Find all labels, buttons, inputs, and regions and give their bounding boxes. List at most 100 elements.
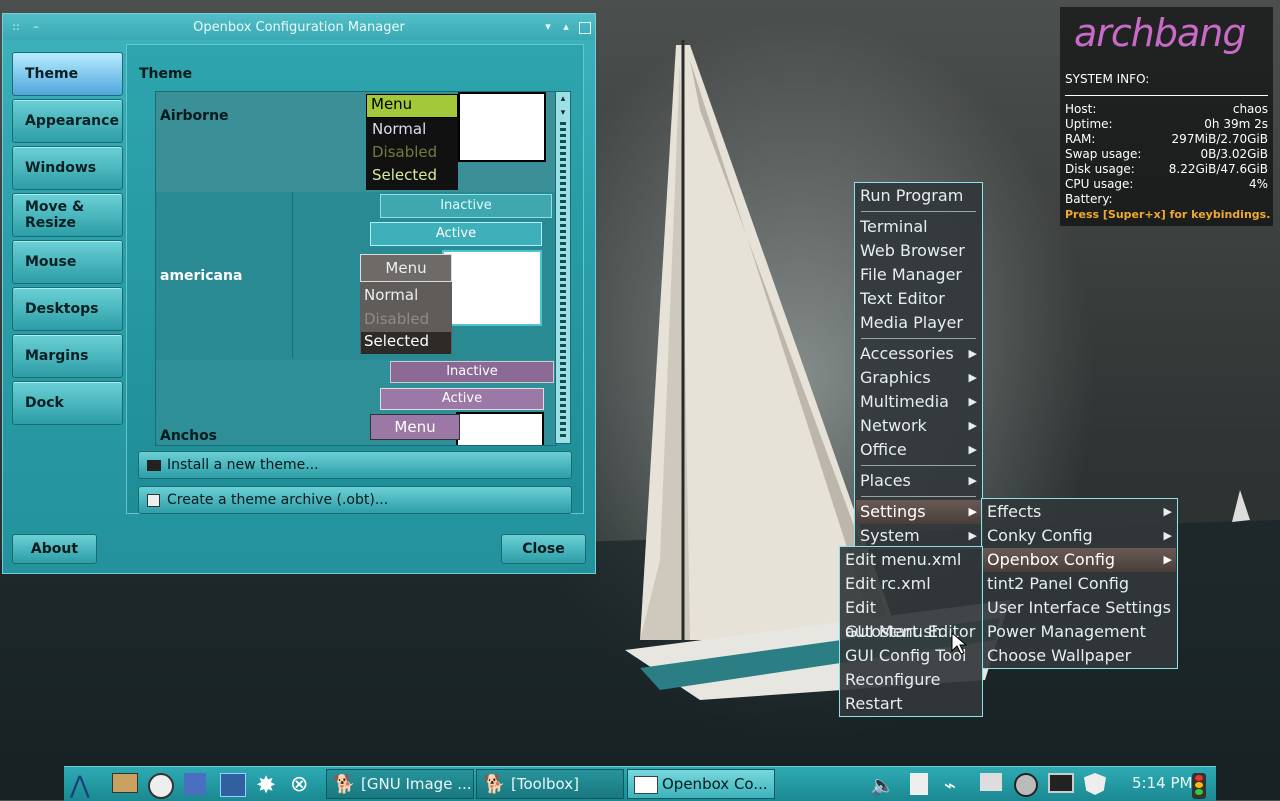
install-theme-label: Install a new theme... (167, 457, 319, 473)
volume-icon[interactable]: 🔈 (870, 773, 896, 797)
menu-item-effects[interactable]: Effects ▶ (987, 500, 1172, 524)
sidebar-item-label: Move & Resize (25, 199, 85, 231)
sidebar-item-dock[interactable]: Dock (12, 381, 123, 425)
menu-item-multimedia[interactable]: Multimedia ▶ (860, 390, 977, 414)
menu-item-media-player[interactable]: Media Player (860, 311, 977, 335)
sidebar-item-margins[interactable]: Margins (12, 334, 123, 378)
menu-item-run-program[interactable]: Run Program (860, 184, 977, 208)
preview-window (458, 92, 546, 162)
create-archive-button[interactable]: Create a theme archive (.obt)... (138, 486, 572, 514)
shield-icon[interactable] (1084, 773, 1106, 795)
traffic-light-icon[interactable] (1192, 773, 1206, 799)
save-icon (147, 493, 160, 507)
task-gimp[interactable]: 🐕 [GNU Image ... (326, 769, 474, 799)
preview-active: Active (380, 388, 544, 410)
network-icon[interactable] (1048, 773, 1074, 793)
menu-item-power-management[interactable]: Power Management (987, 620, 1172, 644)
conky-keybinding-hint: Press [Super+x] for keybindings. (1065, 208, 1271, 221)
menu-item-restart[interactable]: Restart (845, 692, 977, 716)
sidebar-item-windows[interactable]: Windows (12, 146, 123, 190)
sidebar-item-desktops[interactable]: Desktops (12, 287, 123, 331)
gimp-icon: 🐕 (333, 774, 356, 795)
theme-name: Airborne (160, 108, 229, 124)
preview-disabled: Disabled (372, 143, 438, 161)
window-icon (634, 776, 658, 794)
menu-item-web-browser[interactable]: Web Browser (860, 239, 977, 263)
menu-item-places[interactable]: Places ▶ (860, 469, 977, 493)
panel-title: Theme (139, 66, 193, 82)
folder-icon (147, 459, 161, 471)
minimize-icon[interactable]: ▾ (541, 20, 555, 34)
printer-icon[interactable] (980, 773, 1002, 791)
sidebar-item-label: Desktops (25, 301, 99, 317)
about-label: About (30, 541, 79, 557)
menu-item-office[interactable]: Office ▶ (860, 438, 977, 462)
preview-selected: Selected (372, 166, 438, 184)
install-theme-button[interactable]: Install a new theme... (138, 451, 572, 479)
menu-item-settings[interactable]: Settings ▶ (856, 500, 981, 524)
scroll-thumb[interactable] (560, 122, 566, 440)
theme-list[interactable]: Airborne americana Anchos Menu Normal Di… (155, 91, 557, 446)
menu-item-graphics[interactable]: Graphics ▶ (860, 366, 977, 390)
preview-active: Active (370, 222, 542, 246)
menu-item-edit-autostart[interactable]: Edit autostart.sh (845, 596, 977, 641)
task-label: [GNU Image ... (361, 775, 472, 793)
menu-item-ui-settings[interactable]: User Interface Settings (987, 596, 1172, 620)
conky-row: Uptime: 0h 39m 2s (1065, 117, 1268, 131)
menu-item-edit-menu-xml[interactable]: Edit menu.xml (845, 548, 977, 572)
mouse-cursor-icon (951, 632, 967, 655)
preview-selected: Selected (361, 332, 451, 354)
sidebar-item-move-resize[interactable]: Move & Resize (12, 193, 123, 237)
power-plug-icon[interactable]: ⌁ (944, 773, 970, 797)
preview-menu-title: Menu (370, 414, 460, 440)
menu-item-accessories[interactable]: Accessories ▶ (860, 342, 977, 366)
menu-item-choose-wallpaper[interactable]: Choose Wallpaper (987, 644, 1172, 668)
theme-list-scrollbar[interactable]: ▴ ▾ (555, 91, 571, 444)
settings-icon[interactable]: ✸ (256, 773, 282, 797)
conky-row: CPU usage: 4% (1065, 177, 1268, 191)
menu-item-terminal[interactable]: Terminal (860, 215, 977, 239)
exit-icon[interactable]: ⊗ (290, 773, 316, 797)
menu-item-conky-config[interactable]: Conky Config ▶ (987, 524, 1172, 548)
menu-item-openbox-config[interactable]: Openbox Config ▶ (983, 548, 1176, 572)
archbang-launcher-icon[interactable]: ⋀ (70, 773, 96, 797)
submenu-arrow-icon: ▶ (968, 371, 977, 384)
menu-item-network[interactable]: Network ▶ (860, 414, 977, 438)
scroll-up-icon[interactable]: ▴ (558, 94, 568, 104)
editor-icon[interactable] (184, 773, 206, 795)
conky-system-info: archbang SYSTEM INFO: Host: chaos Uptime:… (1060, 7, 1273, 226)
menu-item-text-editor[interactable]: Text Editor (860, 287, 977, 311)
menu-item-edit-rc-xml[interactable]: Edit rc.xml (845, 572, 977, 596)
create-archive-label: Create a theme archive (.obt)... (167, 492, 389, 508)
window-titlebar[interactable]: :: – Openbox Configuration Manager ▾ ▴ (3, 14, 595, 40)
close-window-icon[interactable] (579, 22, 591, 34)
clock[interactable]: 5:14 PM (1132, 774, 1192, 792)
preview-window (456, 412, 544, 445)
sidebar-item-appearance[interactable]: Appearance (12, 99, 123, 143)
disk-icon[interactable] (1014, 773, 1038, 797)
theme-name: Anchos (160, 428, 218, 444)
submenu-arrow-icon: ▶ (968, 443, 977, 456)
preview-disabled: Disabled (364, 310, 430, 328)
window-menu-icon[interactable]: :: (9, 20, 23, 34)
menu-item-system[interactable]: System ▶ (860, 524, 977, 548)
scroll-down-icon[interactable]: ▾ (558, 108, 568, 118)
browser-icon[interactable] (148, 773, 174, 799)
terminal-icon[interactable] (220, 773, 246, 797)
clipboard-icon[interactable] (910, 773, 928, 795)
task-openbox-config[interactable]: Openbox Co... (627, 769, 775, 799)
sidebar-item-mouse[interactable]: Mouse (12, 240, 123, 284)
menu-item-reconfigure[interactable]: Reconfigure (845, 668, 977, 692)
window-shade-icon[interactable]: – (29, 20, 43, 34)
about-button[interactable]: About (12, 534, 97, 564)
maximize-icon[interactable]: ▴ (559, 20, 573, 34)
menu-item-tint2-config[interactable]: tint2 Panel Config (987, 572, 1172, 596)
task-toolbox[interactable]: 🐕 [Toolbox] (476, 769, 624, 799)
sidebar-item-theme[interactable]: Theme (12, 52, 123, 96)
menu-item-file-manager[interactable]: File Manager (860, 263, 977, 287)
close-button[interactable]: Close (501, 534, 586, 564)
submenu-arrow-icon: ▶ (968, 419, 977, 432)
file-manager-icon[interactable] (112, 773, 138, 793)
sidebar-item-label: Margins (25, 348, 89, 364)
submenu-arrow-icon: ▶ (968, 505, 977, 518)
